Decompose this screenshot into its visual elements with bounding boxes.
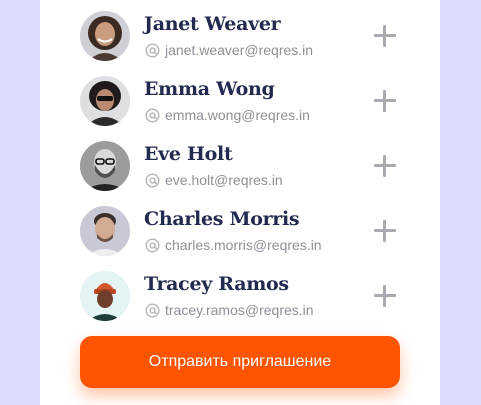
at-icon <box>145 42 160 58</box>
user-name: Emma Wong <box>144 78 275 100</box>
add-user-button[interactable] <box>374 25 396 47</box>
add-user-button[interactable] <box>374 90 396 112</box>
avatar <box>80 206 130 256</box>
add-user-button[interactable] <box>374 220 396 242</box>
avatar <box>80 76 130 126</box>
avatar <box>80 271 130 321</box>
user-email-row: emma.wong@reqres.in <box>145 106 310 124</box>
send-invite-button[interactable]: Отправить приглашение <box>80 336 400 388</box>
user-email: charles.morris@reqres.in <box>165 237 322 253</box>
avatar <box>80 141 130 191</box>
user-email: emma.wong@reqres.in <box>165 107 310 123</box>
add-user-button[interactable] <box>374 155 396 177</box>
user-email-row: tracey.ramos@reqres.in <box>145 301 314 319</box>
user-email-row: charles.morris@reqres.in <box>145 236 322 254</box>
at-icon <box>145 107 160 123</box>
user-email: eve.holt@reqres.in <box>165 172 283 188</box>
user-email: tracey.ramos@reqres.in <box>165 302 314 318</box>
user-name: Eve Holt <box>144 143 233 165</box>
user-row-emma-wong: Emma Wong emma.wong@reqres.in <box>80 76 420 126</box>
user-name: Charles Morris <box>144 208 300 230</box>
at-icon <box>145 237 160 253</box>
user-name: Janet Weaver <box>144 13 281 35</box>
avatar <box>80 11 130 61</box>
user-row-charles-morris: Charles Morris charles.morris@reqres.in <box>80 206 420 256</box>
at-icon <box>145 172 160 188</box>
add-user-button[interactable] <box>374 285 396 307</box>
user-row-tracey-ramos: Tracey Ramos tracey.ramos@reqres.in <box>80 271 420 321</box>
user-email-row: eve.holt@reqres.in <box>145 171 283 189</box>
user-email-row: janet.weaver@reqres.in <box>145 41 313 59</box>
user-row-eve-holt: Eve Holt eve.holt@reqres.in <box>80 141 420 191</box>
at-icon <box>145 302 160 318</box>
user-row-janet-weaver: Janet Weaver janet.weaver@reqres.in <box>80 11 420 61</box>
user-name: Tracey Ramos <box>144 273 289 295</box>
user-email: janet.weaver@reqres.in <box>165 42 314 58</box>
